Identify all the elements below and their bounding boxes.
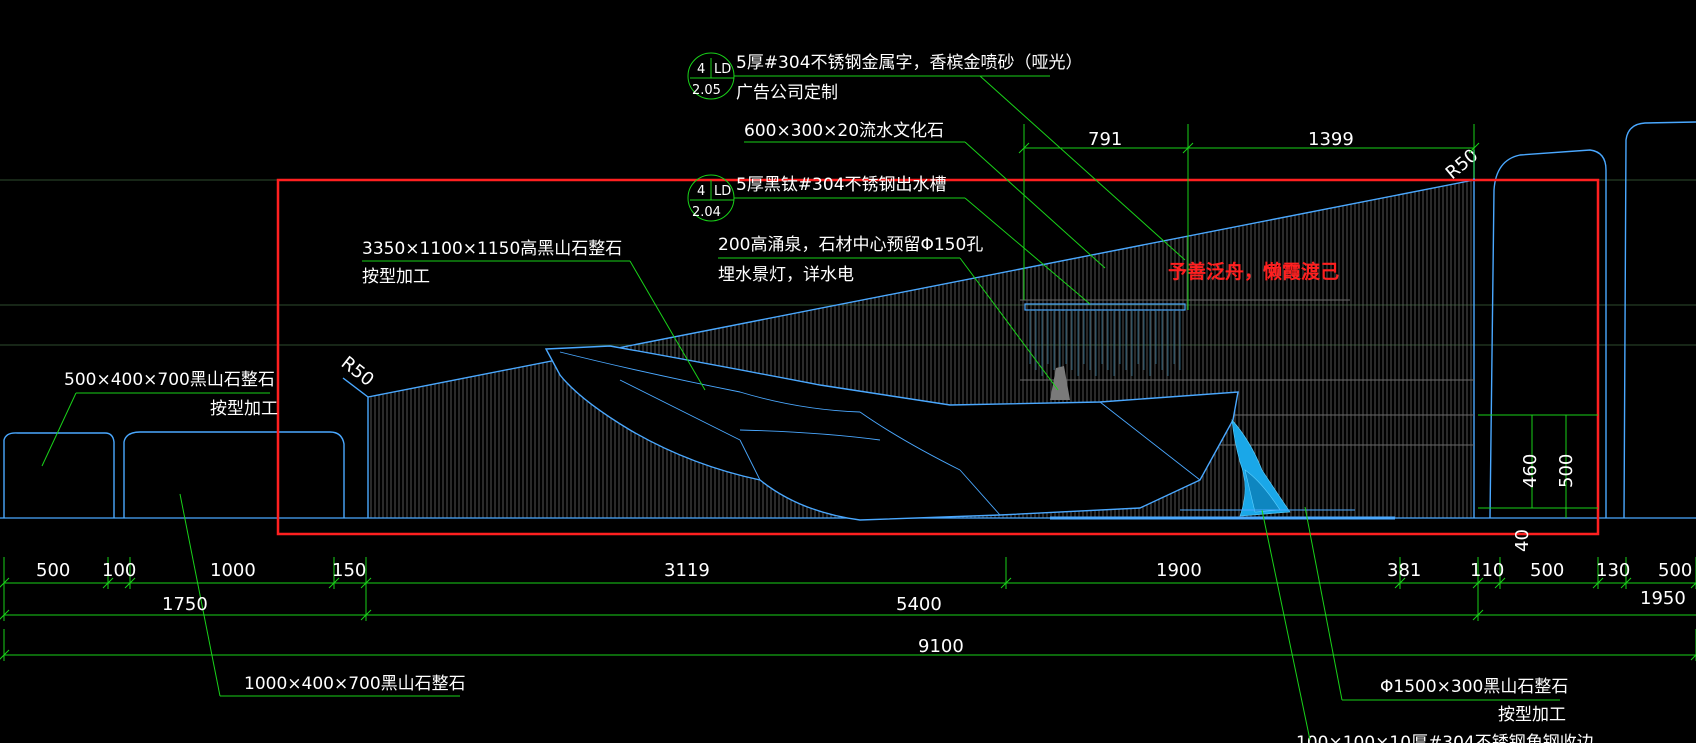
svg-text:Φ1500×300黑山石整石: Φ1500×300黑山石整石 (1380, 677, 1568, 697)
radius-label-left: R50 (337, 352, 378, 390)
svg-text:1399: 1399 (1308, 129, 1354, 150)
svg-text:按型加工: 按型加工 (210, 399, 278, 419)
svg-text:791: 791 (1088, 129, 1122, 150)
svg-text:110: 110 (1470, 560, 1504, 581)
svg-text:500×400×700黑山石整石: 500×400×700黑山石整石 (64, 370, 275, 390)
big-boat-stone (544, 345, 1239, 521)
svg-text:1950: 1950 (1640, 588, 1686, 609)
svg-text:500: 500 (36, 560, 70, 581)
svg-text:150: 150 (332, 560, 366, 581)
radius-label-right: R50 (1442, 145, 1483, 184)
svg-text:LD: LD (714, 184, 731, 199)
svg-text:500: 500 (1556, 454, 1577, 488)
background-guide-lines (0, 179, 1696, 346)
svg-text:1900: 1900 (1156, 560, 1202, 581)
medium-stone (123, 431, 345, 518)
svg-text:2.05: 2.05 (692, 83, 721, 98)
small-stone-left (3, 432, 115, 518)
svg-text:LD: LD (714, 62, 731, 77)
svg-text:1000×400×700黑山石整石: 1000×400×700黑山石整石 (244, 674, 466, 694)
svg-text:5厚黑钛#304不锈钢出水槽: 5厚黑钛#304不锈钢出水槽 (736, 175, 947, 195)
svg-text:200高涌泉，石材中心预留Φ150孔: 200高涌泉，石材中心预留Φ150孔 (718, 235, 983, 255)
svg-text:460: 460 (1520, 454, 1541, 488)
svg-text:按型加工: 按型加工 (1498, 705, 1566, 725)
svg-text:1750: 1750 (162, 594, 208, 615)
svg-text:5400: 5400 (896, 594, 942, 615)
callout-medium-stone: 1000×400×700黑山石整石 (179, 493, 466, 697)
svg-text:4: 4 (697, 184, 705, 199)
svg-text:3119: 3119 (664, 560, 710, 581)
svg-text:100×100×10厚#304不锈钢角钢收边: 100×100×10厚#304不锈钢角钢收边 (1296, 733, 1594, 743)
far-right-stone (1623, 121, 1696, 519)
svg-text:2.04: 2.04 (692, 205, 721, 220)
callout-small-stone: 500×400×700黑山石整石 按型加工 (41, 370, 278, 467)
right-tall-stone (1489, 149, 1607, 519)
svg-text:500: 500 (1530, 560, 1564, 581)
svg-text:600×300×20流水文化石: 600×300×20流水文化石 (744, 121, 944, 141)
water-splash (1231, 419, 1291, 517)
svg-text:130: 130 (1596, 560, 1630, 581)
svg-text:1000: 1000 (210, 560, 256, 581)
detail-bubble-trough: 4 LD 2.04 (687, 174, 735, 222)
svg-text:4: 4 (697, 62, 705, 77)
svg-text:100: 100 (102, 560, 136, 581)
callout-lettering: 5厚#304不锈钢金属字，香槟金喷砂（哑光） 广告公司定制 (734, 53, 1186, 261)
water-trough (1024, 303, 1186, 376)
detail-bubble-lettering: 4 LD 2.05 (687, 52, 735, 100)
wall-sign-text: 予善泛舟，懒霞渡己 (1168, 260, 1339, 283)
svg-text:3350×1100×1150高黑山石整石: 3350×1100×1150高黑山石整石 (362, 239, 622, 259)
svg-text:5厚#304不锈钢金属字，香槟金喷砂（哑光）: 5厚#304不锈钢金属字，香槟金喷砂（哑光） (736, 53, 1083, 73)
svg-text:381: 381 (1387, 560, 1421, 581)
dimension-bottom: 500 100 1000 150 3119 1900 381 110 500 1… (0, 557, 1696, 661)
svg-text:埋水景灯，详水电: 埋水景灯，详水电 (718, 265, 854, 285)
svg-text:500: 500 (1658, 560, 1692, 581)
svg-text:广告公司定制: 广告公司定制 (736, 83, 838, 103)
cad-elevation-drawing: 予善泛舟，懒霞渡己 R50 R50 4 LD 2.05 4 LD 2.04 5厚… (0, 52, 1696, 743)
dimension-right: 460 500 40 (1478, 414, 1598, 552)
svg-text:40: 40 (1512, 529, 1533, 552)
svg-text:按型加工: 按型加工 (362, 267, 430, 287)
svg-text:9100: 9100 (918, 636, 964, 657)
